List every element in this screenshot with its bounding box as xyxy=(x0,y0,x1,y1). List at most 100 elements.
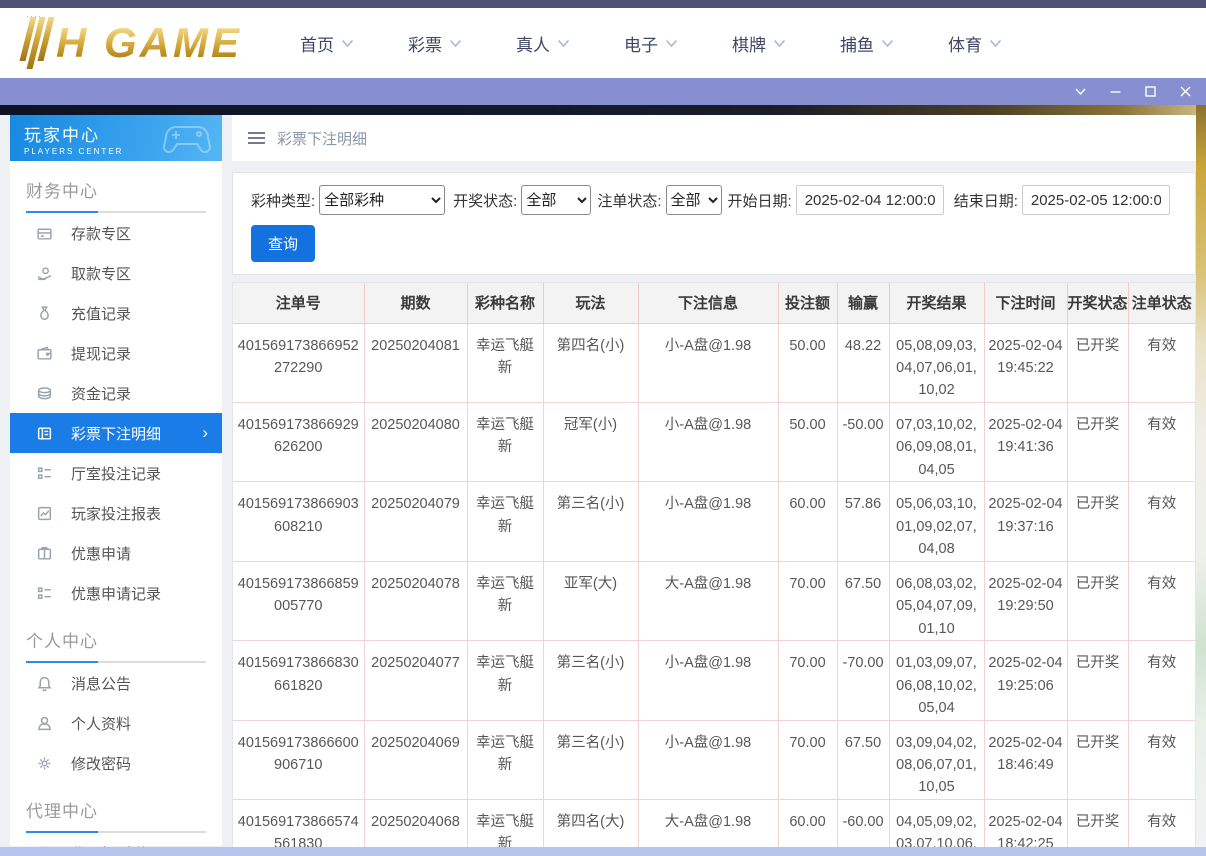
table-header-cell: 下注时间 xyxy=(984,283,1067,323)
table-cell: 60.00 xyxy=(778,482,837,561)
window-chevron-down-icon[interactable] xyxy=(1074,85,1087,98)
sidebar-item-label: 玩家投注报表 xyxy=(71,503,161,524)
chevron-down-icon xyxy=(341,39,354,48)
end-date-input[interactable] xyxy=(1022,185,1170,215)
nav-item-0[interactable]: 首页 xyxy=(300,31,354,56)
table-cell: 401569173866929626200 xyxy=(233,402,364,481)
nav-item-label: 首页 xyxy=(300,31,334,56)
top-strip xyxy=(0,0,1206,8)
chevron-down-icon xyxy=(881,39,894,48)
table-cell: 有效 xyxy=(1128,720,1195,799)
table-cell: 70.00 xyxy=(778,641,837,720)
table-cell: 20250204078 xyxy=(364,561,467,640)
sidebar-item[interactable]: 取款专区 xyxy=(10,253,222,293)
hamburger-icon[interactable] xyxy=(248,129,265,147)
table-cell: 亚军(大) xyxy=(543,561,638,640)
sidebar-item[interactable]: 修改密码 xyxy=(10,743,222,783)
table-cell: 2025-02-04 19:25:06 xyxy=(984,641,1067,720)
table-cell: 03,09,04,02,08,06,07,01,10,05 xyxy=(889,720,984,799)
nav-item-label: 捕鱼 xyxy=(840,31,874,56)
table-header-cell: 玩法 xyxy=(543,283,638,323)
table-row: 40156917386683066182020250204077幸运飞艇新第三名… xyxy=(233,641,1195,720)
sidebar-item[interactable]: 优惠申请 xyxy=(10,533,222,573)
logo[interactable]: ···· H GAME xyxy=(24,17,242,69)
sidebar-item-label: 资金记录 xyxy=(71,383,131,404)
sidebar-item[interactable]: 存款专区 xyxy=(10,213,222,253)
sidebar-item[interactable]: 资金记录 xyxy=(10,373,222,413)
chevron-down-icon xyxy=(557,39,570,48)
table-cell: 20250204077 xyxy=(364,641,467,720)
nav-item-3[interactable]: 电子 xyxy=(624,31,678,56)
promo-apply-icon xyxy=(36,545,53,562)
table-cell: 67.50 xyxy=(837,561,889,640)
window-maximize-icon[interactable] xyxy=(1144,85,1157,98)
sidebar-item[interactable]: 优惠申请记录 xyxy=(10,573,222,613)
sidebar-item[interactable]: 个人资料 xyxy=(10,703,222,743)
sidebar-item-label: 个人资料 xyxy=(71,713,131,734)
table-header-cell: 输赢 xyxy=(837,283,889,323)
nav-item-5[interactable]: 捕鱼 xyxy=(840,31,894,56)
table-header-row: 注单号期数彩种名称玩法下注信息投注额输赢开奖结果下注时间开奖状态注单状态 xyxy=(233,283,1195,323)
table-cell: 已开奖 xyxy=(1067,323,1128,402)
section-divider xyxy=(26,211,206,213)
table-cell: 06,08,03,02,05,04,07,09,01,10 xyxy=(889,561,984,640)
order-status-select[interactable]: 全部 xyxy=(666,185,722,215)
logo-text: H GAME xyxy=(56,22,242,64)
chevron-down-icon xyxy=(449,39,462,48)
window-close-icon[interactable] xyxy=(1179,85,1192,98)
table-cell: 第三名(小) xyxy=(543,641,638,720)
sidebar-item-label: 彩票下注明细 xyxy=(71,423,161,444)
right-background-sliver xyxy=(1196,105,1206,856)
window-minimize-icon[interactable] xyxy=(1109,85,1122,98)
nav-item-label: 真人 xyxy=(516,31,550,56)
sidebar: 玩家中心 PLAYERS CENTER 财务中心存款专区取款专区充值记录提现记录… xyxy=(10,115,222,846)
table-cell: 幸运飞艇新 xyxy=(467,720,543,799)
filter-row: 彩种类型: 全部彩种 开奖状态: 全部 注单状态: 全部 开始日期: 结束日期: xyxy=(251,185,1181,215)
table-cell: 小-A盘@1.98 xyxy=(638,482,778,561)
sidebar-item-label: 消息公告 xyxy=(71,673,131,694)
dark-divider-strip xyxy=(0,105,1206,115)
logo-mark xyxy=(18,17,55,69)
search-button[interactable]: 查询 xyxy=(251,225,315,262)
sidebar-item[interactable]: 玩家投注报表 xyxy=(10,493,222,533)
table-header-cell: 投注额 xyxy=(778,283,837,323)
chevron-down-icon xyxy=(773,39,786,48)
table-cell: 小-A盘@1.98 xyxy=(638,720,778,799)
sidebar-item-label: 厅室投注记录 xyxy=(71,463,161,484)
chevron-down-icon xyxy=(665,39,678,48)
sidebar-section-title: 个人中心 xyxy=(26,627,206,661)
sidebar-section-2: 代理中心 xyxy=(10,783,222,833)
sidebar-item-label: 充值记录 xyxy=(71,303,131,324)
start-date-input[interactable] xyxy=(796,185,944,215)
draw-status-select[interactable]: 全部 xyxy=(521,185,591,215)
report-icon xyxy=(36,505,53,522)
table-cell: 已开奖 xyxy=(1067,641,1128,720)
nav-item-2[interactable]: 真人 xyxy=(516,31,570,56)
sidebar-item[interactable]: 厅室投注记录 xyxy=(10,453,222,493)
deposit-icon xyxy=(36,225,53,242)
sidebar-section-title: 代理中心 xyxy=(26,797,206,831)
table-cell: 2025-02-04 18:46:49 xyxy=(984,720,1067,799)
filter-panel: 彩种类型: 全部彩种 开奖状态: 全部 注单状态: 全部 开始日期: 结束日期: xyxy=(232,172,1196,275)
table-cell: 幸运飞艇新 xyxy=(467,323,543,402)
nav-item-4[interactable]: 棋牌 xyxy=(732,31,786,56)
table-cell: 2025-02-04 19:29:50 xyxy=(984,561,1067,640)
sidebar-item[interactable]: 彩票下注明细› xyxy=(10,413,222,453)
sidebar-item[interactable]: 提现记录 xyxy=(10,333,222,373)
sidebar-item[interactable]: 充值记录 xyxy=(10,293,222,333)
sidebar-section-0: 财务中心 xyxy=(10,163,222,213)
sidebar-menu: 财务中心存款专区取款专区充值记录提现记录资金记录彩票下注明细› 厅室投注记录玩家投… xyxy=(10,161,222,856)
nav-item-1[interactable]: 彩票 xyxy=(408,31,462,56)
sidebar-item-label: 取款专区 xyxy=(71,263,131,284)
main-content: 彩票下注明细 彩种类型: 全部彩种 开奖状态: 全部 注单状态: 全部 xyxy=(232,115,1196,856)
table-cell: 已开奖 xyxy=(1067,402,1128,481)
page-title: 彩票下注明细 xyxy=(277,128,367,149)
table-cell: 大-A盘@1.98 xyxy=(638,561,778,640)
table-row: 40156917386690360821020250204079幸运飞艇新第三名… xyxy=(233,482,1195,561)
nav-item-6[interactable]: 体育 xyxy=(948,31,1002,56)
sidebar-item[interactable]: 消息公告 xyxy=(10,663,222,703)
lottery-type-select[interactable]: 全部彩种 xyxy=(319,185,445,215)
table-cell: 幸运飞艇新 xyxy=(467,561,543,640)
table-row: 40156917386685900577020250204078幸运飞艇新亚军(… xyxy=(233,561,1195,640)
breadcrumb: 彩票下注明细 xyxy=(232,115,1196,161)
